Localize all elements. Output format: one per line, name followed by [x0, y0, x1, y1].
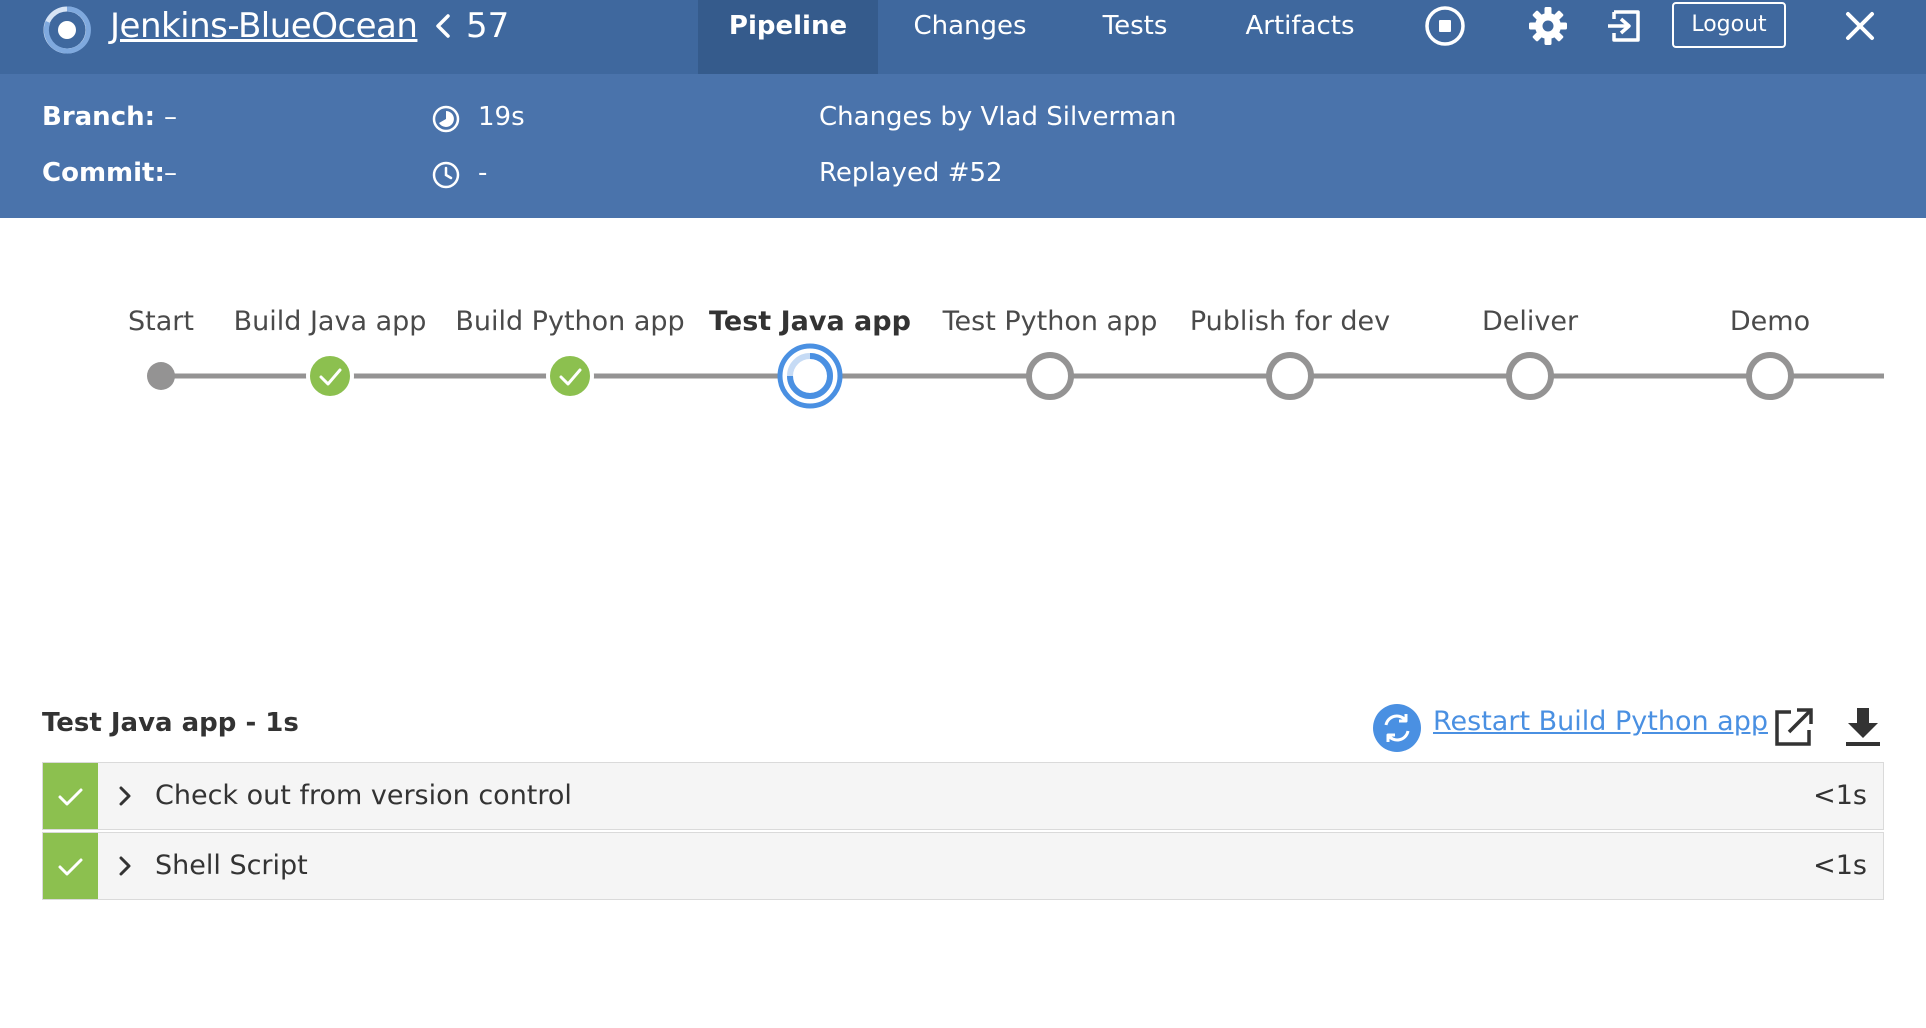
stage-label[interactable]: Test Python app: [943, 306, 1158, 337]
run-cause-text: Replayed #52: [819, 158, 1003, 188]
step-label: Shell Script: [155, 850, 308, 881]
commit-label: Commit:: [42, 158, 165, 188]
branch-label: Branch:: [42, 102, 156, 132]
tab-changes[interactable]: Changes: [905, 0, 1035, 74]
started-value: -: [478, 158, 488, 188]
stage-label[interactable]: Build Java app: [234, 306, 427, 337]
step-success-status: [43, 763, 98, 829]
open-external-icon[interactable]: [1773, 706, 1813, 748]
pipeline-graph: [147, 343, 1884, 409]
step-duration: <1s: [1813, 780, 1867, 811]
stage-label[interactable]: Test Java app: [709, 306, 911, 337]
chevron-left-icon[interactable]: [432, 12, 454, 40]
stage-node-build-java-app[interactable]: [306, 352, 354, 400]
pipeline-name-link[interactable]: Jenkins-BlueOcean: [110, 6, 418, 46]
run-number: 57: [466, 6, 510, 46]
blue-ocean-logo-icon: [43, 6, 91, 54]
stage-node-build-python-app[interactable]: [546, 352, 594, 400]
stage-node-test-java-app[interactable]: [777, 343, 843, 409]
stage-label[interactable]: Deliver: [1482, 306, 1578, 337]
stage-node-publish-for-dev[interactable]: [1266, 352, 1314, 400]
step-row-shell-script[interactable]: Shell Script <1s: [42, 832, 1884, 900]
step-success-status: [43, 833, 98, 899]
duration-value: 19s: [478, 102, 525, 132]
stage-node-start: [147, 362, 175, 390]
stage-label[interactable]: Build Python app: [455, 306, 684, 337]
step-row-checkout[interactable]: Check out from version control <1s: [42, 762, 1884, 830]
tab-pipeline[interactable]: Pipeline: [698, 0, 878, 74]
exit-icon[interactable]: [1602, 4, 1646, 48]
tab-artifacts[interactable]: Artifacts: [1240, 0, 1360, 74]
stage-node-test-python-app[interactable]: [1026, 352, 1074, 400]
stage-detail-title: Test Java app - 1s: [42, 708, 299, 738]
stage-label[interactable]: Publish for dev: [1190, 306, 1390, 337]
changes-by-text: Changes by Vlad Silverman: [819, 102, 1177, 132]
stage-node-demo[interactable]: [1746, 352, 1794, 400]
chevron-right-icon[interactable]: [117, 785, 133, 807]
stage-node-deliver[interactable]: [1506, 352, 1554, 400]
logout-button[interactable]: Logout: [1672, 2, 1786, 48]
close-icon[interactable]: [1838, 4, 1882, 48]
checkmark-icon: [58, 788, 83, 806]
stage-label[interactable]: Demo: [1730, 306, 1810, 337]
stage-label[interactable]: Start: [128, 306, 194, 337]
restart-stage-link[interactable]: Restart Build Python app: [1433, 706, 1768, 737]
step-label: Check out from version control: [155, 780, 572, 811]
step-duration: <1s: [1813, 850, 1867, 881]
branch-value: –: [164, 102, 177, 132]
chevron-right-icon[interactable]: [117, 855, 133, 877]
stop-icon[interactable]: [1423, 4, 1467, 48]
duration-icon: [432, 105, 460, 133]
top-bar: Jenkins-BlueOcean 57 Pipeline Changes Te…: [0, 0, 1926, 74]
run-info-bar: Branch: – Commit: – 19s - Changes by Vla…: [0, 74, 1926, 218]
download-icon[interactable]: [1843, 706, 1883, 748]
clock-icon: [432, 161, 460, 189]
restart-icon[interactable]: [1372, 703, 1422, 753]
commit-value: –: [164, 158, 177, 188]
checkmark-icon: [58, 858, 83, 876]
gear-icon[interactable]: [1526, 4, 1570, 48]
tab-tests[interactable]: Tests: [1090, 0, 1180, 74]
